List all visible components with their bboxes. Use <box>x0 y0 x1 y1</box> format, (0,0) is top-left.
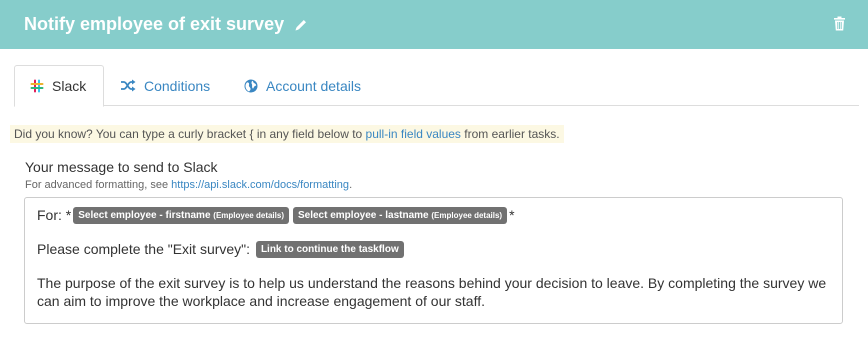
pill-label: Select employee - firstname <box>78 209 211 221</box>
slack-icon <box>30 79 44 93</box>
trash-icon[interactable] <box>833 16 846 31</box>
tab-slack[interactable]: Slack <box>14 65 104 107</box>
tab-account-details[interactable]: Account details <box>244 65 361 106</box>
pill-source: (Employee details) <box>431 210 503 220</box>
tab-label: Slack <box>52 78 87 94</box>
for-suffix: * <box>509 207 515 223</box>
message-field-label: Your message to send to Slack <box>25 159 218 175</box>
editor-line-survey: Please complete the "Exit survey": Link … <box>37 240 830 258</box>
slack-message-editor[interactable]: For: * Select employee - firstname (Empl… <box>24 197 843 324</box>
for-prefix: For: * <box>37 207 72 223</box>
help-prefix: For advanced formatting, see <box>25 179 172 191</box>
tip-banner: Did you know? You can type a curly brack… <box>10 125 564 143</box>
pull-in-field-values-link[interactable]: pull-in field values <box>366 127 461 141</box>
page-title[interactable]: Notify employee of exit survey <box>24 14 284 35</box>
help-suffix: . <box>349 179 353 191</box>
taskflow-link-pill[interactable]: Link to continue the taskflow <box>255 240 404 258</box>
message-field-help: For advanced formatting, see https://api… <box>25 179 352 191</box>
pill-source: (Employee details) <box>213 210 284 220</box>
pencil-icon[interactable] <box>294 18 308 32</box>
firstname-field-pill[interactable]: Select employee - firstname (Employee de… <box>73 206 289 224</box>
tab-label: Conditions <box>144 77 211 94</box>
tab-label: Account details <box>266 77 361 94</box>
tip-text-suffix: from earlier tasks. <box>460 127 560 141</box>
shuffle-icon <box>121 79 136 92</box>
page-header: Notify employee of exit survey <box>0 0 868 49</box>
survey-prefix: Please complete the "Exit survey": <box>37 241 251 257</box>
tab-conditions[interactable]: Conditions <box>120 65 210 106</box>
slack-formatting-link[interactable]: https://api.slack.com/docs/formatting <box>171 179 349 191</box>
tip-text-prefix: Did you know? You can type a curly brack… <box>14 127 366 141</box>
pill-label: Select employee - lastname <box>297 209 429 221</box>
editor-line-for: For: * Select employee - firstname (Empl… <box>37 206 830 224</box>
lastname-field-pill[interactable]: Select employee - lastname (Employee det… <box>292 206 508 224</box>
globe-icon <box>244 79 258 92</box>
tab-bar: Slack Conditions Account details <box>14 65 859 107</box>
editor-paragraph: The purpose of the exit survey is to hel… <box>37 275 827 309</box>
